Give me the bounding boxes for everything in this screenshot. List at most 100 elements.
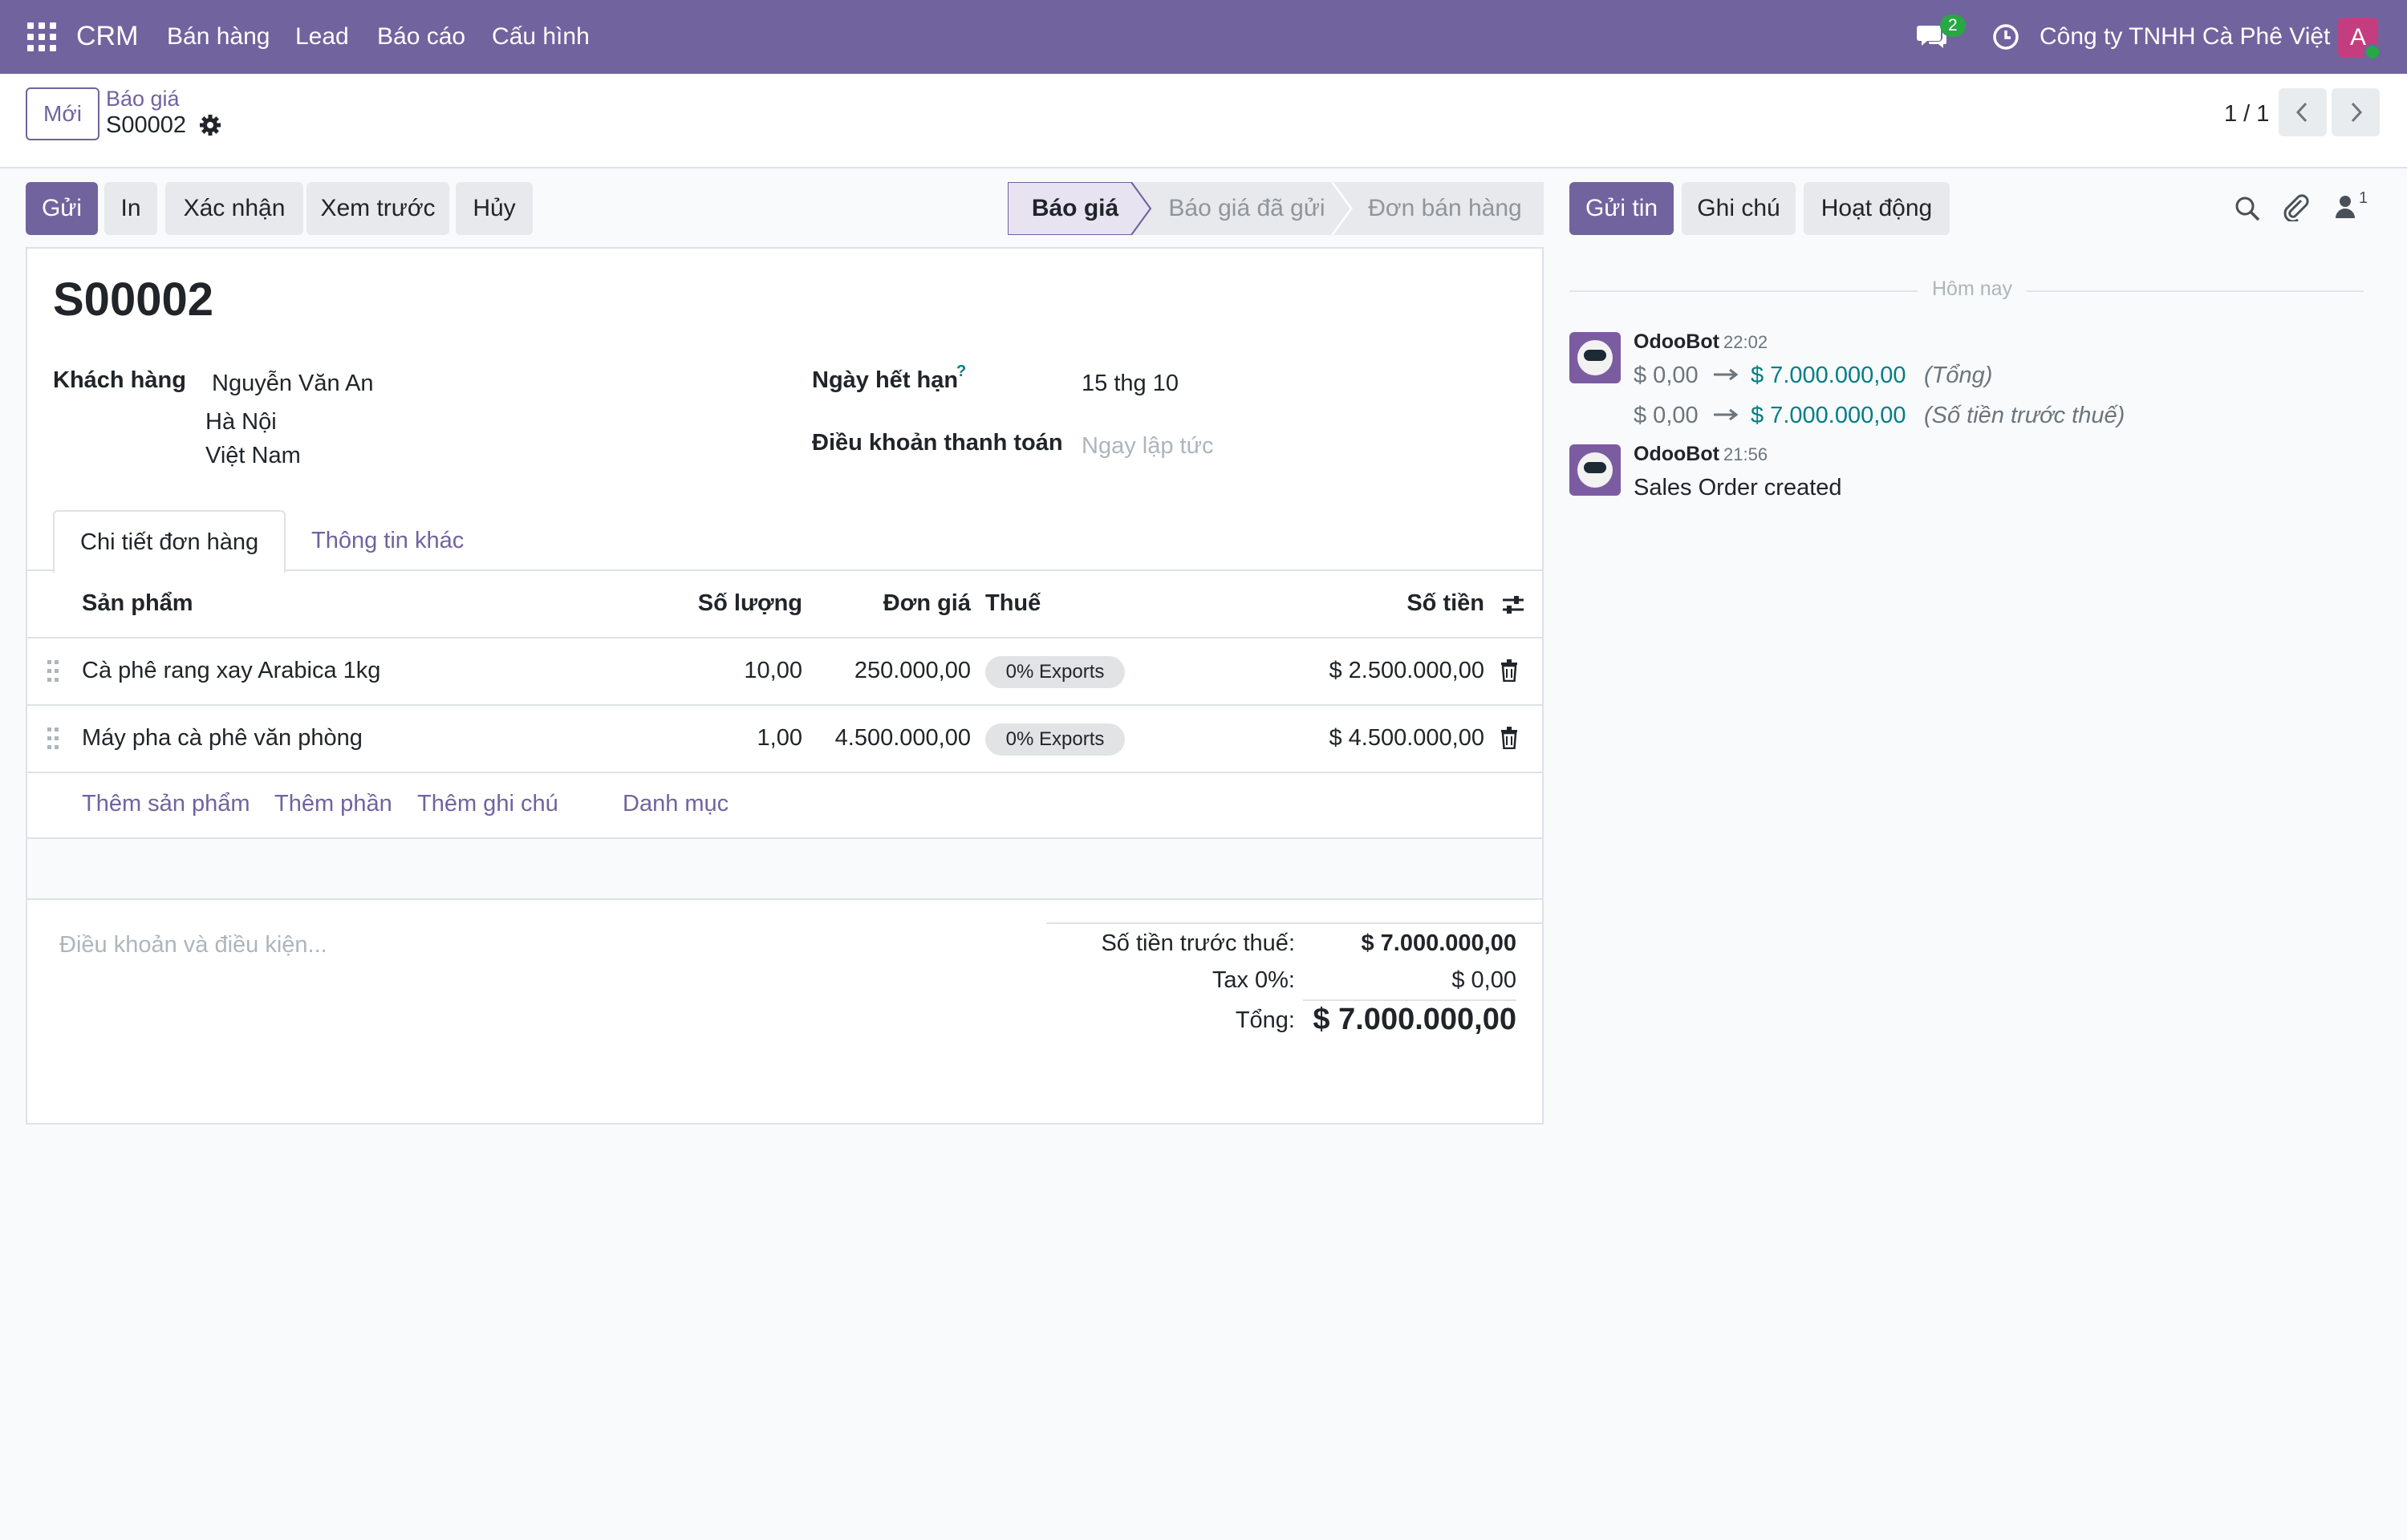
cancel-button[interactable]: Hủy: [456, 182, 533, 235]
tab-order-lines-label: Chi tiết đơn hàng: [80, 529, 259, 555]
line-quantity[interactable]: 1,00: [642, 725, 802, 752]
change-field: (Tổng): [1924, 363, 1993, 388]
attachment-icon[interactable]: [2282, 192, 2309, 221]
line-product[interactable]: Máy pha cà phê văn phòng: [82, 725, 363, 752]
activity-clock-icon[interactable]: [1991, 22, 2020, 51]
table-footer: [27, 839, 1542, 898]
menu-sales[interactable]: Bán hàng: [167, 23, 270, 51]
record-title: S00002: [53, 274, 213, 326]
table-row[interactable]: Cà phê rang xay Arabica 1kg 10,00 250.00…: [27, 638, 1542, 706]
form-sheet: S00002 Khách hàng Nguyễn Văn An Hà Nội V…: [26, 247, 1544, 1125]
totals-top-divider: [1046, 922, 1542, 924]
totals-divider: [1303, 999, 1516, 1001]
arrow-right-icon: [1714, 408, 1738, 421]
follower-count: 1: [2359, 189, 2368, 207]
control-panel: Mới Báo giá S00002 1 / 1: [0, 74, 2407, 168]
line-amount: $ 2.500.000,00: [1329, 658, 1484, 683]
change-new-value: $ 7.000.000,00: [1751, 363, 1906, 388]
new-button[interactable]: Mới: [26, 87, 99, 140]
col-quantity[interactable]: Số lượng: [642, 590, 802, 617]
optional-columns-icon[interactable]: [1500, 592, 1526, 618]
line-quantity[interactable]: 10,00: [642, 658, 802, 684]
gear-icon[interactable]: [199, 114, 221, 136]
tax-label: Tax 0%:: [1212, 967, 1295, 993]
status-step-quotation-sent[interactable]: Báo giá đã gửi: [1151, 182, 1343, 235]
customer-city: Hà Nội: [205, 409, 277, 435]
message-author: OdooBot: [1634, 330, 1719, 353]
send-message-button[interactable]: Gửi tin: [1569, 182, 1674, 235]
top-navbar: CRM Bán hàng Lead Báo cáo Cấu hình 2 Côn…: [0, 0, 2407, 74]
message-time: 22:02: [1723, 332, 1768, 352]
pager-next-button[interactable]: [2332, 88, 2380, 136]
line-product[interactable]: Cà phê rang xay Arabica 1kg: [82, 658, 380, 684]
app-brand[interactable]: CRM: [76, 21, 138, 52]
status-step-sales-order[interactable]: Đơn bán hàng: [1353, 182, 1537, 235]
menu-reports[interactable]: Báo cáo: [377, 23, 465, 51]
pager-previous-button[interactable]: [2279, 88, 2327, 136]
col-product[interactable]: Sản phẩm: [82, 590, 193, 617]
change-old-value: $ 0,00: [1634, 403, 1699, 428]
menu-configuration[interactable]: Cấu hình: [492, 23, 590, 51]
activities-button[interactable]: Hoạt động: [1804, 182, 1950, 235]
odoobot-avatar: [1569, 444, 1621, 496]
odoobot-avatar: [1569, 332, 1621, 383]
chevron-left-icon: [2295, 102, 2308, 123]
line-amount: $ 4.500.000,00: [1329, 725, 1484, 751]
customer-label: Khách hàng: [53, 367, 186, 393]
log-note-button[interactable]: Ghi chú: [1682, 182, 1796, 235]
message-time: 21:56: [1723, 444, 1768, 464]
online-status-dot: [2364, 43, 2381, 61]
trash-icon[interactable]: [1500, 659, 1518, 682]
total-value: $ 7.000.000,00: [1313, 1003, 1516, 1036]
company-switcher[interactable]: Công ty TNHH Cà Phê Việt: [2040, 23, 2330, 51]
drag-handle-icon[interactable]: [47, 659, 59, 683]
tab-order-lines[interactable]: Chi tiết đơn hàng: [53, 510, 286, 573]
change-old-value: $ 0,00: [1634, 363, 1699, 388]
breadcrumb-current: S00002: [106, 112, 186, 138]
pager-value[interactable]: 1 / 1: [2224, 101, 2269, 128]
expiry-date-field[interactable]: 15 thg 10: [1082, 371, 1179, 397]
tax-tag[interactable]: 0% Exports: [985, 723, 1125, 756]
row-divider: [27, 772, 1542, 773]
confirm-button[interactable]: Xác nhận: [165, 182, 303, 235]
untaxed-label: Số tiền trước thuế:: [1101, 930, 1295, 956]
table-row[interactable]: Máy pha cà phê văn phòng 1,00 4.500.000,…: [27, 706, 1542, 773]
catalog-link[interactable]: Danh mục: [623, 791, 729, 817]
chevron-right-icon: [2351, 102, 2363, 123]
search-icon[interactable]: [2234, 195, 2261, 222]
line-unit-price[interactable]: 4.500.000,00: [810, 725, 971, 752]
add-note-link[interactable]: Thêm ghi chú: [417, 791, 558, 817]
followers-icon[interactable]: [2335, 194, 2356, 220]
line-unit-price[interactable]: 250.000,00: [810, 658, 971, 684]
payment-terms-field[interactable]: Ngay lập tức: [1082, 433, 1213, 460]
col-amount[interactable]: Số tiền: [1231, 590, 1484, 617]
untaxed-value: $ 7.000.000,00: [1361, 930, 1516, 956]
customer-country: Việt Nam: [205, 443, 301, 468]
status-step-quotation[interactable]: Báo giá: [1008, 182, 1143, 235]
preview-button[interactable]: Xem trước: [306, 182, 449, 235]
send-button[interactable]: Gửi: [26, 182, 98, 235]
date-separator: Hôm nay: [1918, 278, 2027, 301]
payment-terms-label: Điều khoản thanh toán: [812, 430, 1063, 456]
add-product-link[interactable]: Thêm sản phẩm: [82, 791, 250, 817]
change-field: (Số tiền trước thuế): [1924, 403, 2125, 428]
expiry-date-label: Ngày hết hạn: [812, 367, 959, 393]
customer-field[interactable]: Nguyễn Văn An: [212, 371, 374, 397]
col-unit-price[interactable]: Đơn giá: [810, 590, 971, 617]
message-body: Sales Order created: [1634, 475, 1842, 500]
col-tax[interactable]: Thuế: [985, 590, 1041, 617]
breadcrumb-parent[interactable]: Báo giá: [106, 87, 180, 111]
apps-menu-icon[interactable]: [27, 22, 56, 51]
menu-lead[interactable]: Lead: [295, 23, 349, 51]
tab-other-info[interactable]: Thông tin khác: [311, 528, 464, 554]
trash-icon[interactable]: [1500, 727, 1518, 749]
chat-count-badge: 2: [1940, 14, 1966, 37]
drag-handle-icon[interactable]: [47, 727, 59, 751]
tax-tag[interactable]: 0% Exports: [985, 656, 1125, 688]
add-section-link[interactable]: Thêm phần: [274, 791, 392, 817]
terms-field[interactable]: Điều khoản và điều kiện...: [59, 932, 327, 958]
change-new-value: $ 7.000.000,00: [1751, 403, 1906, 428]
table-end-divider: [27, 898, 1542, 900]
print-button[interactable]: In: [104, 182, 157, 235]
expiry-help-icon[interactable]: ?: [956, 363, 966, 381]
